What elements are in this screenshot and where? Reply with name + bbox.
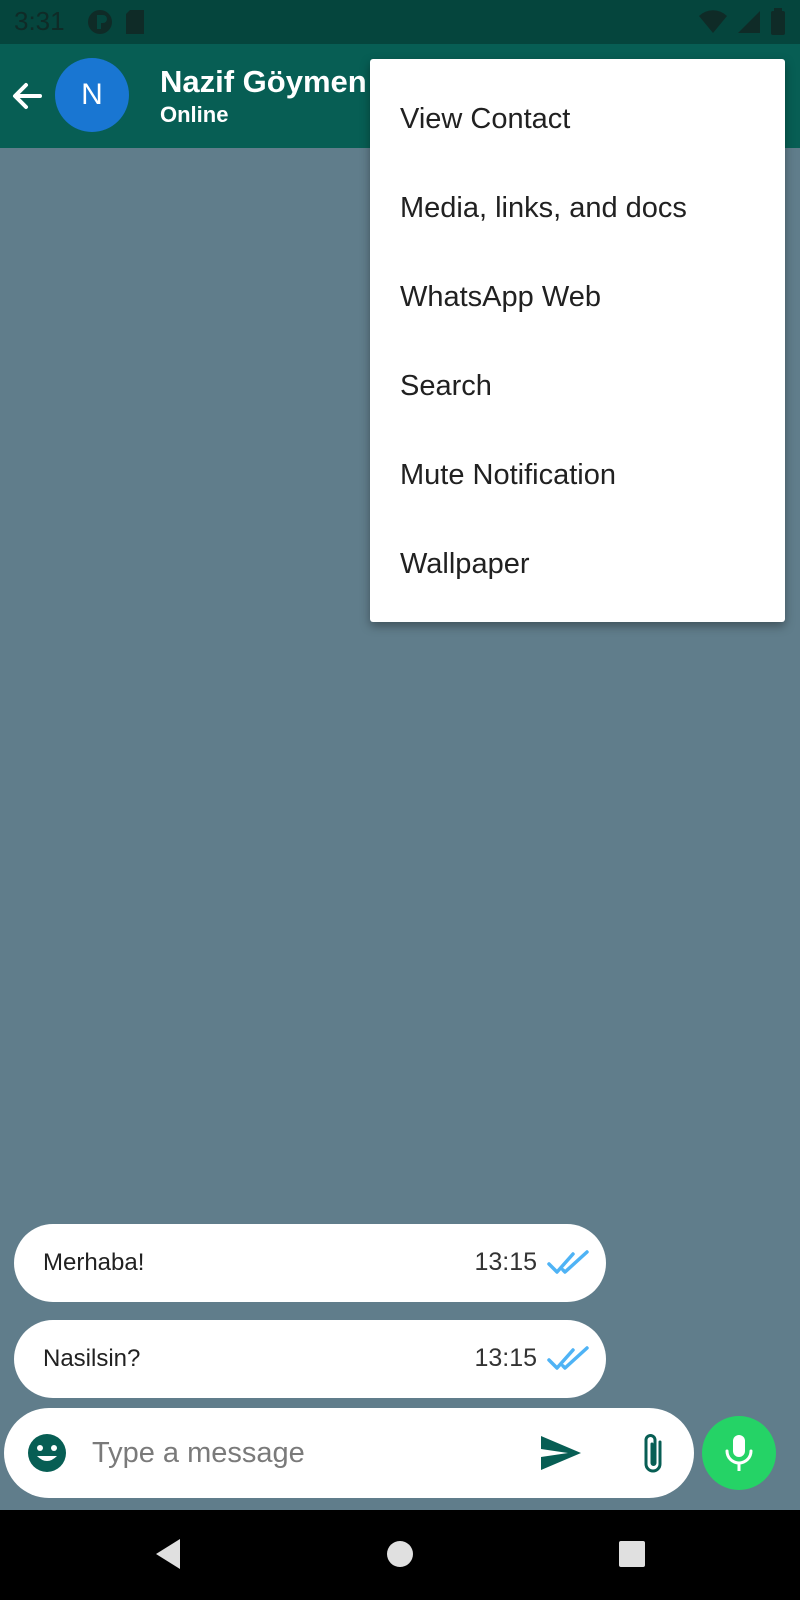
back-triangle-icon [156,1539,180,1569]
double-check-icon [547,1345,591,1378]
message-input[interactable] [92,1426,422,1480]
p-badge-icon [86,8,114,41]
message-text: Nasilsin? [43,1345,141,1372]
avatar-letter: N [81,78,103,111]
home-circle-icon [387,1541,413,1567]
back-button[interactable] [6,74,50,118]
menu-item-whatsapp-web[interactable]: WhatsApp Web [370,267,785,356]
attach-button[interactable] [634,1430,674,1478]
wifi-icon [698,9,728,40]
arrow-back-icon [13,83,42,109]
system-nav-bar [0,1510,800,1600]
double-check-icon [547,1249,591,1282]
contact-name[interactable]: Nazif Göymen [160,64,367,100]
sd-card-icon [124,8,146,41]
status-bar: 3:31 [0,0,800,44]
menu-item-view-contact[interactable]: View Contact [370,89,785,178]
contact-status: Online [160,102,229,127]
nav-home-button[interactable] [380,1534,420,1574]
message-bubble[interactable]: Nasilsin? 13:15 [14,1320,606,1398]
emoji-icon [28,1434,66,1472]
mic-button[interactable] [702,1416,776,1490]
recents-square-icon [619,1541,645,1567]
status-icons-right [698,8,786,41]
menu-item-media-links-docs[interactable]: Media, links, and docs [370,178,785,267]
message-time: 13:15 [474,1344,537,1372]
menu-item-mute-notification[interactable]: Mute Notification [370,445,785,534]
menu-item-search[interactable]: Search [370,356,785,445]
menu-item-wallpaper[interactable]: Wallpaper [370,534,785,623]
send-button[interactable] [538,1430,584,1476]
status-icons-left [86,8,146,41]
overflow-menu: View Contact Media, links, and docs What… [370,59,785,622]
message-bubble[interactable]: Merhaba! 13:15 [14,1224,606,1302]
status-time: 3:31 [14,6,65,36]
avatar[interactable]: N [55,58,129,132]
nav-recents-button[interactable] [612,1534,652,1574]
attach-icon [644,1434,662,1473]
send-icon [541,1436,581,1470]
message-text: Merhaba! [43,1249,145,1276]
nav-back-button[interactable] [148,1534,188,1574]
emoji-button[interactable] [26,1432,68,1474]
signal-icon [736,9,762,40]
message-time: 13:15 [474,1248,537,1276]
battery-icon [770,8,786,41]
mic-icon [725,1435,753,1471]
message-composer [4,1408,694,1498]
